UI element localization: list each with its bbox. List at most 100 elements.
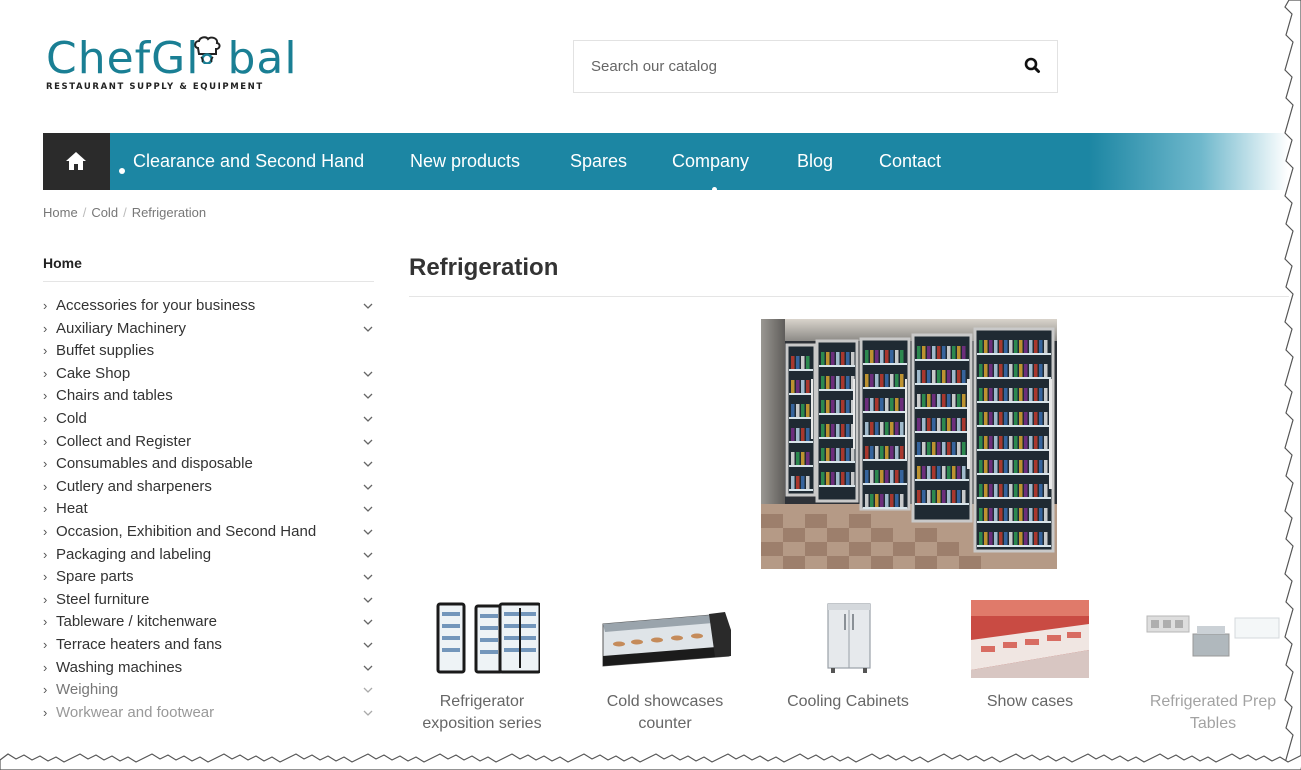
- subcategory-label-line1: Refrigerator: [439, 693, 525, 710]
- chevron-down-icon[interactable]: [363, 710, 373, 717]
- subcategory-label-line1: Show cases: [986, 693, 1074, 710]
- sidebar-item-label: Terrace heaters and fans: [56, 635, 222, 653]
- nav-home-button[interactable]: [43, 133, 110, 190]
- page: ChefGl bal RESTAURANT SUPPLY & EQUIPMENT …: [0, 0, 1301, 770]
- chevron-down-icon[interactable]: [363, 642, 373, 649]
- subcategory-label: Refrigerated Prep Tables: [1144, 691, 1282, 735]
- chevron-down-icon[interactable]: [363, 303, 373, 310]
- torn-edge-right: [1284, 0, 1301, 770]
- sidebar-item-consumables-and-disposable[interactable]: › Consumables and disposable: [43, 454, 378, 477]
- sidebar-item-accessories-for-your-business[interactable]: › Accessories for your business: [43, 296, 378, 319]
- nav-contact[interactable]: Contact: [879, 151, 941, 172]
- subcategory-refrigerated-prep-tables[interactable]: Refrigerated Prep Tables: [1144, 600, 1282, 735]
- sidebar-item-label: Consumables and disposable: [56, 455, 253, 473]
- sidebar-item-terrace-heaters-and-fans[interactable]: › Terrace heaters and fans: [43, 635, 378, 658]
- sidebar-item-workwear-and-footwear[interactable]: › Workwear and footwear: [43, 703, 378, 726]
- chevron-down-icon[interactable]: [363, 506, 373, 513]
- sidebar-item-washing-machines[interactable]: › Washing machines: [43, 658, 378, 681]
- logo-bal-text: bal: [227, 33, 298, 84]
- breadcrumb-separator: /: [82, 205, 87, 220]
- sidebar-item-steel-furniture[interactable]: › Steel furniture: [43, 590, 378, 613]
- chevron-right-icon: ›: [43, 388, 48, 404]
- nav-blog[interactable]: Blog: [797, 151, 833, 172]
- breadcrumb-home[interactable]: Home: [43, 205, 78, 220]
- logo-wordmark: ChefGl bal: [46, 33, 298, 84]
- sidebar-item-cutlery-and-sharpeners[interactable]: › Cutlery and sharpeners: [43, 477, 378, 500]
- chevron-right-icon: ›: [43, 298, 48, 313]
- chevron-down-icon[interactable]: [363, 439, 373, 446]
- chevron-right-icon: ›: [43, 343, 48, 359]
- subcategory-cold-showcases[interactable]: Cold showcases counter: [592, 600, 738, 735]
- chevron-down-icon[interactable]: [363, 665, 373, 672]
- chevron-right-icon: ›: [43, 682, 48, 698]
- sidebar-item-heat[interactable]: › Heat: [43, 499, 378, 522]
- prep-table-image: [1146, 615, 1280, 657]
- category-hero-image: [761, 319, 1057, 569]
- chevron-down-icon[interactable]: [363, 529, 373, 536]
- chevron-down-icon[interactable]: [363, 484, 373, 491]
- chevron-down-icon[interactable]: [363, 687, 373, 694]
- sidebar-item-label: Heat: [56, 500, 88, 518]
- sidebar-item-occasion-exhibition-and-second-hand[interactable]: › Occasion, Exhibition and Second Hand: [43, 522, 378, 545]
- subcategory-show-cases[interactable]: Show cases: [962, 600, 1098, 713]
- chevron-right-icon: ›: [43, 569, 48, 585]
- cold-showcase-image: [602, 612, 731, 667]
- subcategory-label: Refrigerator exposition series: [410, 691, 554, 735]
- breadcrumb: Home / Cold / Refrigeration: [43, 205, 206, 220]
- sidebar-item-label: Tableware / kitchenware: [56, 613, 217, 631]
- title-divider: [409, 296, 1289, 297]
- nav-clearance[interactable]: Clearance and Second Hand: [133, 151, 364, 172]
- subcategory-label-line2: counter: [638, 715, 692, 732]
- breadcrumb-cold[interactable]: Cold: [91, 205, 118, 220]
- chevron-right-icon: ›: [43, 433, 48, 449]
- sidebar-item-label: Washing machines: [56, 658, 183, 676]
- chevron-down-icon[interactable]: [363, 416, 373, 423]
- search-box: [573, 40, 1058, 93]
- sidebar-item-label: Accessories for your business: [56, 297, 256, 314]
- subcategory-label-line2: exposition series: [422, 715, 542, 732]
- sidebar-item-collect-and-register[interactable]: › Collect and Register: [43, 432, 378, 455]
- sidebar-item-cold[interactable]: › Cold: [43, 409, 378, 432]
- logo[interactable]: ChefGl bal RESTAURANT SUPPLY & EQUIPMENT: [46, 33, 298, 98]
- sidebar-item-tableware-kitchenware[interactable]: › Tableware / kitchenware: [43, 612, 378, 635]
- sidebar-item-label: Spare parts: [56, 568, 134, 586]
- nav-company[interactable]: Company: [672, 151, 749, 172]
- sidebar-item-label: Weighing: [56, 681, 119, 699]
- subcategory-refrigerator-exposition[interactable]: Refrigerator exposition series: [410, 600, 554, 735]
- search-input[interactable]: [574, 41, 1004, 92]
- refrigerator-wall-illustration: [761, 319, 1057, 569]
- sidebar-item-packaging-and-labeling[interactable]: › Packaging and labeling: [43, 545, 378, 568]
- sidebar-item-label: Workwear and footwear: [56, 703, 215, 721]
- nav-new-products[interactable]: New products: [410, 151, 520, 172]
- chevron-right-icon: ›: [43, 704, 48, 720]
- show-case-image: [971, 600, 1089, 678]
- chevron-down-icon[interactable]: [363, 552, 373, 559]
- chevron-down-icon[interactable]: [363, 619, 373, 626]
- chevron-right-icon: ›: [43, 546, 48, 562]
- subcategory-cooling-cabinets[interactable]: Cooling Cabinets: [780, 600, 916, 713]
- chevron-down-icon[interactable]: [363, 371, 373, 378]
- subcategory-label: Show cases: [962, 691, 1098, 713]
- sidebar-item-label: Occasion, Exhibition and Second Hand: [56, 522, 317, 540]
- nav-spares[interactable]: Spares: [570, 151, 627, 172]
- sidebar-item-weighing[interactable]: › Weighing: [43, 680, 378, 703]
- sidebar-item-auxiliary-machinery[interactable]: › Auxiliary Machinery: [43, 319, 378, 342]
- chevron-down-icon[interactable]: [363, 461, 373, 468]
- chevron-down-icon[interactable]: [363, 326, 373, 333]
- sidebar-item-chairs-and-tables[interactable]: › Chairs and tables: [43, 386, 378, 409]
- chevron-down-icon[interactable]: [363, 393, 373, 400]
- search-icon[interactable]: [1023, 56, 1043, 76]
- sidebar-item-cake-shop[interactable]: › Cake Shop: [43, 364, 378, 387]
- sidebar-item-spare-parts[interactable]: › Spare parts: [43, 567, 378, 590]
- sidebar-title[interactable]: Home: [43, 255, 82, 271]
- chevron-right-icon: ›: [43, 614, 48, 630]
- page-title: Refrigeration: [409, 254, 559, 281]
- breadcrumb-separator: /: [123, 205, 127, 220]
- sidebar-item-buffet-supplies[interactable]: › Buffet supplies: [43, 341, 378, 364]
- nav-dot-marker: [119, 168, 125, 174]
- chevron-down-icon[interactable]: [363, 574, 373, 581]
- chevron-right-icon: ›: [43, 591, 48, 607]
- chevron-down-icon[interactable]: [363, 597, 373, 604]
- chevron-right-icon: ›: [43, 478, 48, 494]
- logo-tagline: RESTAURANT SUPPLY & EQUIPMENT: [46, 82, 264, 92]
